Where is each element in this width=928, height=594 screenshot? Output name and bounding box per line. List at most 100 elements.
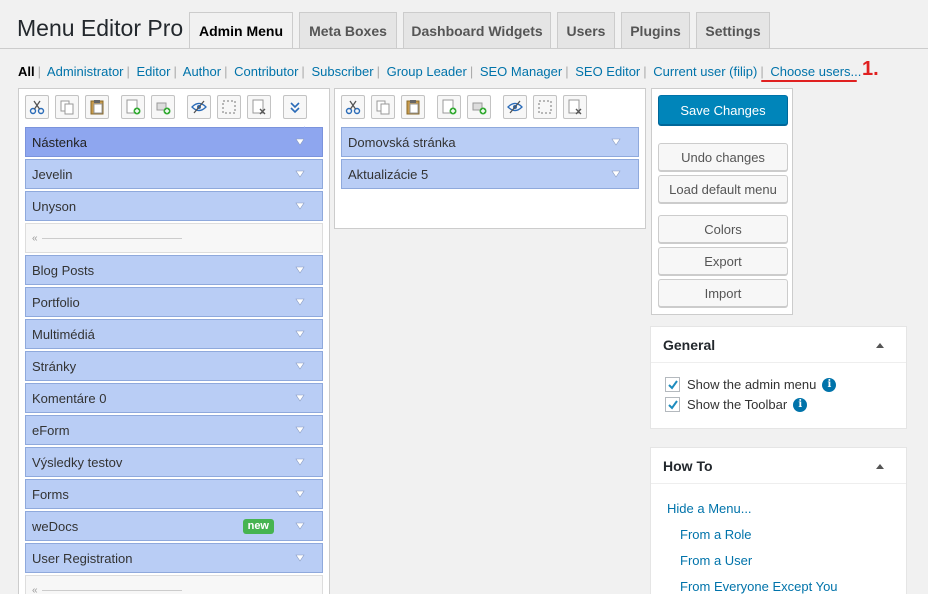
double-chevron-down-icon [290,102,300,114]
checkmark-icon [667,399,678,410]
paste-button[interactable] [85,95,109,119]
chevron-down-icon[interactable] [295,329,305,339]
chevron-down-icon[interactable] [611,169,621,179]
chevron-down-icon[interactable] [295,265,305,275]
undo-changes-button[interactable]: Undo changes [658,143,788,171]
choose-users-link[interactable]: Choose users... [770,64,861,79]
new-menu-button[interactable] [437,95,461,119]
new-separator-button[interactable] [467,95,491,119]
menu-item-label: Výsledky testov [32,454,123,470]
colors-button[interactable]: Colors [658,215,788,243]
show-admin-menu-label: Show the admin menu [687,377,817,392]
menu-item-label: Forms [32,486,69,502]
tab-plugins[interactable]: Plugins [621,12,690,48]
separator-line [42,238,182,239]
clipboard-icon [406,100,420,115]
tab-meta-boxes[interactable]: Meta Boxes [299,12,397,48]
show-toolbar-label: Show the Toolbar [687,397,788,412]
menu-item-multimedia[interactable]: Multimédiá [25,319,323,349]
dashed-box-icon [222,100,236,114]
chevron-down-icon[interactable] [295,297,305,307]
info-icon[interactable]: i [822,377,837,392]
submenu-item-aktualizacie[interactable]: Aktualizácie 5 [341,159,639,189]
new-page-icon [126,99,141,115]
show-toolbar-checkbox[interactable] [665,397,680,412]
new-menu-button[interactable] [121,95,145,119]
menu-item-label: Blog Posts [32,262,95,278]
role-group-leader[interactable]: Group Leader [387,64,467,79]
chevron-down-icon[interactable] [295,553,305,563]
annotation-underline [761,80,857,82]
chevron-down-icon[interactable] [295,201,305,211]
menu-item-blog-posts[interactable]: Blog Posts [25,255,323,285]
collapse-arrow-icon[interactable] [876,343,884,348]
menu-item-komentare[interactable]: Komentáre 0 [25,383,323,413]
cut-button[interactable] [341,95,365,119]
chevron-down-icon[interactable] [295,169,305,179]
cut-button[interactable] [25,95,49,119]
submenu-item-domovska-stranka[interactable]: Domovská stránka [341,127,639,157]
howto-from-user-link[interactable]: From a User [680,553,752,568]
info-icon[interactable]: i [793,397,808,412]
hide-button[interactable] [187,95,211,119]
role-seo-editor[interactable]: SEO Editor [575,64,640,79]
menu-item-label: Multimédiá [32,326,95,342]
howto-from-role-link[interactable]: From a Role [680,527,752,542]
deselect-button[interactable] [217,95,241,119]
menu-item-nastenka[interactable]: Nástenka [25,127,323,157]
paste-button[interactable] [401,95,425,119]
load-default-menu-button[interactable]: Load default menu [658,175,788,203]
chevron-down-icon[interactable] [295,521,305,531]
copy-button[interactable] [371,95,395,119]
collapse-arrow-icon[interactable] [876,464,884,469]
role-subscriber[interactable]: Subscriber [311,64,373,79]
tab-users[interactable]: Users [557,12,615,48]
menu-item-stranky[interactable]: Stránky [25,351,323,381]
menu-item-label: User Registration [32,550,133,566]
chevron-down-icon[interactable] [611,137,621,147]
role-contributor[interactable]: Contributor [234,64,298,79]
delete-button[interactable] [247,95,271,119]
tab-dashboard-widgets[interactable]: Dashboard Widgets [403,12,551,48]
menu-item-user-registration[interactable]: User Registration [25,543,323,573]
delete-page-icon [252,99,266,115]
copy-button[interactable] [55,95,79,119]
show-admin-menu-checkbox[interactable] [665,377,680,392]
menu-separator[interactable]: « [25,575,323,594]
tab-admin-menu[interactable]: Admin Menu [189,12,293,49]
menu-item-eform[interactable]: eForm [25,415,323,445]
hide-button[interactable] [503,95,527,119]
delete-button[interactable] [563,95,587,119]
chevron-down-icon[interactable] [295,393,305,403]
tab-settings[interactable]: Settings [696,12,770,48]
chevron-down-icon[interactable] [295,425,305,435]
menu-item-jevelin[interactable]: Jevelin [25,159,323,189]
save-changes-button[interactable]: Save Changes [658,95,788,125]
howto-hide-menu-link[interactable]: Hide a Menu... [667,501,752,516]
menu-item-portfolio[interactable]: Portfolio [25,287,323,317]
role-administrator[interactable]: Administrator [47,64,124,79]
new-separator-button[interactable] [151,95,175,119]
export-button[interactable]: Export [658,247,788,275]
general-box-header[interactable]: General [651,327,906,363]
separator-handle-icon: « [32,233,38,244]
role-author[interactable]: Author [183,64,221,79]
menu-item-vysledky-testov[interactable]: Výsledky testov [25,447,323,477]
role-all[interactable]: All [18,64,35,79]
chevron-down-icon[interactable] [295,361,305,371]
chevron-down-icon[interactable] [295,489,305,499]
menu-item-wedocs[interactable]: weDocs new [25,511,323,541]
import-button[interactable]: Import [658,279,788,307]
menu-separator[interactable]: « [25,223,323,253]
deselect-button[interactable] [533,95,557,119]
howto-from-everyone-link[interactable]: From Everyone Except You [680,579,838,594]
menu-item-unyson[interactable]: Unyson [25,191,323,221]
chevron-down-icon[interactable] [295,457,305,467]
role-seo-manager[interactable]: SEO Manager [480,64,562,79]
howto-box-header[interactable]: How To [651,448,906,484]
role-editor[interactable]: Editor [137,64,171,79]
role-current-user[interactable]: Current user (filip) [653,64,757,79]
expand-all-button[interactable] [283,95,307,119]
menu-item-forms[interactable]: Forms [25,479,323,509]
howto-box: How To Hide a Menu... From a Role From a… [650,447,907,594]
